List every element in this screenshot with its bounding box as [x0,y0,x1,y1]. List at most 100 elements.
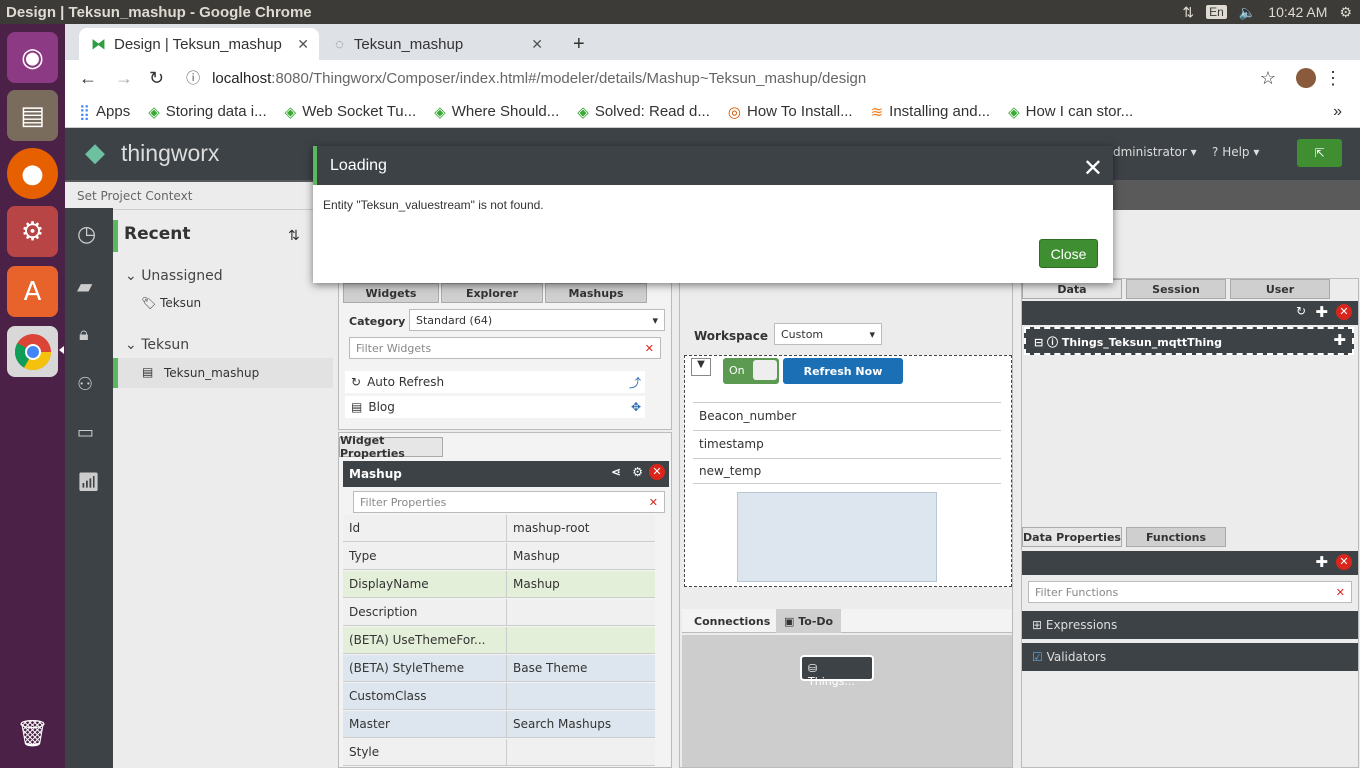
files-icon[interactable]: ▤ [7,90,58,141]
data-service-item[interactable]: ⊟ ⓘ Things_Teksun_mqttThing ✚ [1024,327,1354,355]
language-indicator[interactable]: En [1206,5,1227,19]
remove-icon[interactable]: ✕ [1336,304,1352,320]
add-icon[interactable]: ✚ [1315,553,1328,571]
bookmark-item[interactable]: ◈ Solved: Read d... [577,103,710,121]
tab-widget-properties[interactable]: Widget Properties [339,434,443,460]
category-select[interactable]: Standard (64) ▾ [409,309,665,331]
tab-connections[interactable]: Connections [694,615,770,628]
chrome-icon[interactable] [7,326,58,377]
help-menu[interactable]: ? Help ▾ [1212,145,1259,159]
property-row: Id mashup-root [343,514,655,542]
tab-widgets[interactable]: Widgets [343,283,439,303]
list-item[interactable]: Beacon_number [693,402,1001,428]
close-icon[interactable]: ✕ [1083,154,1103,183]
bookmark-apps[interactable]: ⣿ Apps [79,103,130,121]
lock-icon[interactable]: 🔒︎ [79,324,89,345]
close-button[interactable]: Close [1039,239,1098,268]
star-icon[interactable]: ☆ [1260,68,1276,89]
settings-icon[interactable]: ⚙ [7,206,58,257]
mashup-canvas[interactable]: ▼ On Refresh Now Beacon_number timestamp… [684,355,1012,587]
property-value[interactable]: Base Theme [507,661,655,675]
share-icon[interactable]: ⋖ [611,465,621,479]
bookmark-item[interactable]: ◈ How I can stor... [1008,103,1133,121]
reload-icon[interactable]: ↻ [149,68,164,89]
filter-properties-input[interactable]: Filter Properties ✕ [353,491,665,513]
folder-icon[interactable]: ▰ [77,274,92,298]
monitor-icon[interactable]: ▭ [77,422,94,443]
widget-item[interactable]: ▤ Blog ✥ [345,396,645,418]
menu-icon[interactable]: ⋮ [1324,68,1342,89]
section-validators[interactable]: ☑ Validators [1022,643,1358,671]
bookmark-item[interactable]: ◈ Web Socket Tu... [285,103,417,121]
remove-icon[interactable]: ✕ [649,464,665,480]
bookmark-item[interactable]: ≋ Installing and... [871,103,990,121]
toggle-on[interactable]: On [723,358,779,384]
section-expressions[interactable]: ⊞ Expressions [1022,611,1358,639]
settings-gear-icon[interactable]: ⚙ [1339,4,1352,21]
close-tab-icon[interactable]: ✕ [297,36,309,53]
group-unassigned[interactable]: ⌄ Unassigned [125,268,223,284]
tab-data-properties[interactable]: Data Properties [1022,527,1122,547]
tab-functions[interactable]: Functions [1126,527,1226,547]
open-mashup-button[interactable]: ⇱ [1297,139,1342,167]
list-item[interactable]: timestamp [693,430,1001,456]
forward-icon[interactable]: → [115,68,133,89]
refresh-now-button[interactable]: Refresh Now [783,358,903,384]
left-nav: ◷ ▰ 🔒︎ ⚇ ▭ 📶︎ [65,208,113,768]
project-context-select[interactable]: Set Project Context [65,182,315,210]
recent-item-teksun-mashup[interactable]: ▤ Teksun_mashup [113,358,333,388]
widget-item[interactable]: ↻ Auto Refresh ⤴ [345,371,645,393]
widgets-pane: Widgets Explorer Mashups Category Standa… [338,278,672,430]
list-item[interactable]: new_temp [693,458,1001,484]
widget-menu-dropdown[interactable]: ▼ [691,358,711,376]
property-value[interactable]: Search Mashups [507,717,655,731]
property-row: DisplayName Mashup [343,570,655,598]
more-bookmarks-icon[interactable]: » [1333,103,1342,121]
filter-widgets-input[interactable]: Filter Widgets ✕ [349,337,661,359]
tab-mashups[interactable]: Mashups [545,283,647,303]
remove-icon[interactable]: ✕ [1336,554,1352,570]
info-icon[interactable]: ⓘ [186,68,200,88]
property-value[interactable]: Mashup [507,577,655,591]
close-tab-icon[interactable]: ✕ [531,36,543,53]
filter-functions-input[interactable]: Filter Functions ✕ [1028,581,1352,603]
new-tab-button[interactable]: + [561,28,597,60]
tab-todo[interactable]: ▣ To-Do [776,609,842,633]
analytics-icon[interactable]: 📶︎ [77,472,100,493]
network-icon[interactable]: ⇅ [1182,4,1194,21]
users-icon[interactable]: ⚇ [77,374,93,395]
address-bar[interactable]: localhost:8080/Thingworx/Composer/index.… [212,70,866,87]
group-teksun[interactable]: ⌄ Teksun [125,337,189,353]
software-icon[interactable]: A [7,266,58,317]
user-menu[interactable]: Administrator ▾ [1105,145,1197,159]
property-value[interactable]: Mashup [507,549,655,563]
bookmark-item[interactable]: ◈ Where Should... [434,103,559,121]
clock[interactable]: 10:42 AM [1268,4,1327,20]
avatar[interactable] [1296,68,1316,88]
bookmark-item[interactable]: ◈ Storing data i... [148,103,266,121]
ubuntu-icon[interactable]: ◉ [7,32,58,83]
recent-item-teksun[interactable]: 🏷︎ Teksun [141,296,201,310]
tab-mashup[interactable]: ◌ Teksun_mashup ✕ [323,28,553,60]
property-name: Id [343,514,507,542]
properties-pane: Widget Properties Mashup ⋖ ⚙ ✕ Filter Pr… [338,432,672,768]
tab-session[interactable]: Session [1126,279,1226,299]
refresh-icon[interactable]: ↻ [1296,304,1306,318]
property-value[interactable]: mashup-root [507,521,655,535]
connection-node[interactable]: ⛁ Things... [800,655,874,688]
firefox-icon[interactable]: ● [7,148,58,199]
props-title: Mashup ⋖ ⚙ ✕ [343,461,669,487]
tab-explorer[interactable]: Explorer [441,283,543,303]
add-icon[interactable]: ✚ [1315,303,1328,321]
trash-icon[interactable]: 🗑 [7,708,58,759]
volume-icon[interactable]: 🔈 [1239,4,1256,21]
recent-icon[interactable]: ◷ [77,222,96,247]
sort-icon[interactable]: ⇅ [288,228,300,244]
back-icon[interactable]: ← [79,68,97,89]
bookmark-item[interactable]: ◎ How To Install... [728,103,853,121]
tab-user[interactable]: User [1230,279,1330,299]
tab-design[interactable]: ⧓ Design | Teksun_mashup ✕ [79,28,319,60]
gear-icon[interactable]: ⚙ [632,465,643,479]
chart-placeholder[interactable] [737,492,937,582]
workspace-select[interactable]: Custom ▾ [774,323,882,345]
